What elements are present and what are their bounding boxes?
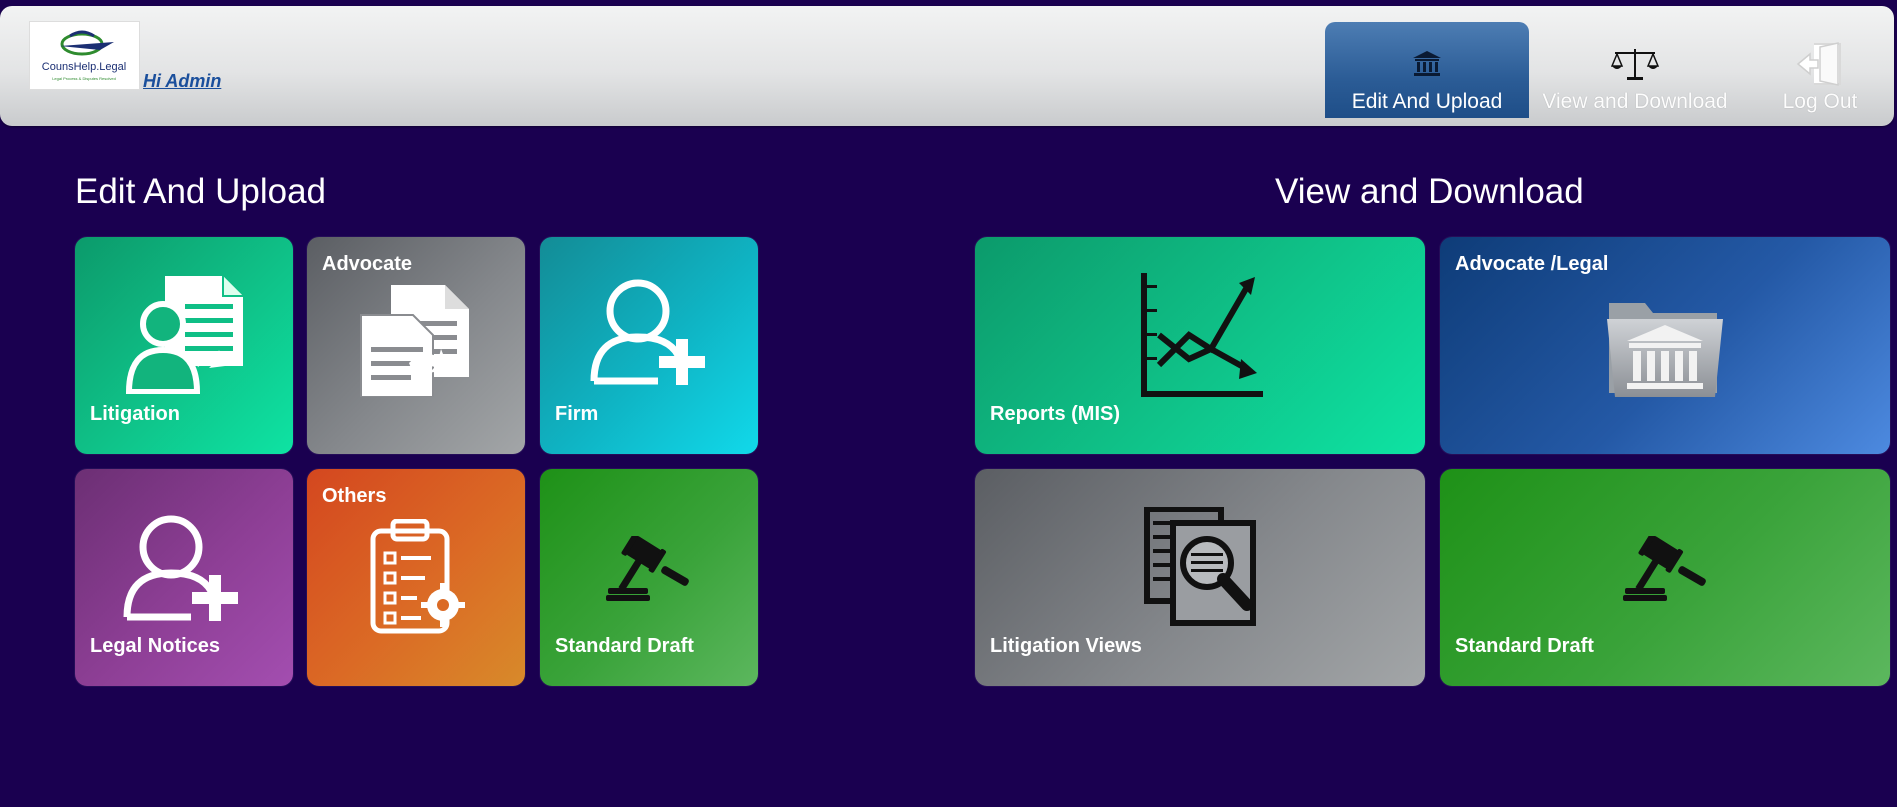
tile-standard-draft-edit[interactable]: Standard Draft	[540, 469, 758, 686]
tile-firm[interactable]: Firm	[540, 237, 758, 454]
tile-standard-draft-edit-label: Standard Draft	[555, 635, 694, 657]
top-border	[0, 0, 1897, 5]
top-navbar: CounsHelp.Legal Legal Process & Disputes…	[0, 6, 1894, 126]
gavel-icon	[1623, 532, 1707, 607]
bank-icon	[1412, 40, 1442, 88]
tile-standard-draft-view[interactable]: Standard Draft	[1440, 469, 1890, 686]
tile-litigation-views[interactable]: Litigation Views	[975, 469, 1425, 686]
svg-text:Legal Process & Disputes Resol: Legal Process & Disputes Resolved	[52, 76, 116, 81]
tile-others[interactable]: Others	[307, 469, 525, 686]
tile-advocate-legal[interactable]: Advocate /Legal	[1440, 237, 1890, 454]
tile-legal-notices-label: Legal Notices	[90, 635, 221, 657]
view-section-title: View and Download	[1275, 172, 1584, 211]
tile-reports-mis-label: Reports (MIS)	[990, 403, 1120, 425]
nav-edit-and-upload[interactable]: Edit And Upload	[1325, 22, 1529, 118]
nav-view-label: View and Download	[1542, 90, 1728, 113]
tile-advocate[interactable]: Advocate	[307, 237, 525, 454]
tile-litigation-views-label: Litigation Views	[990, 635, 1142, 657]
documents-icon	[359, 285, 471, 402]
tile-others-label: Others	[322, 485, 387, 507]
user-document-icon	[125, 274, 245, 399]
nav-view-and-download[interactable]: View and Download	[1540, 22, 1730, 118]
tile-litigation[interactable]: Litigation	[75, 237, 293, 454]
court-folder-icon	[1605, 297, 1725, 412]
logout-icon	[1796, 40, 1844, 88]
add-user-icon	[588, 277, 708, 392]
document-search-icon	[1143, 506, 1259, 632]
company-logo[interactable]: CounsHelp.Legal Legal Process & Disputes…	[29, 21, 140, 90]
tile-advocate-label: Advocate	[322, 253, 413, 275]
tile-litigation-label: Litigation	[90, 403, 180, 425]
greeting-link[interactable]: Hi Admin	[143, 71, 221, 92]
svg-text:CounsHelp.Legal: CounsHelp.Legal	[42, 61, 126, 73]
tile-firm-label: Firm	[555, 403, 599, 425]
tile-advocate-legal-label: Advocate /Legal	[1455, 253, 1609, 275]
tile-standard-draft-view-label: Standard Draft	[1455, 635, 1594, 657]
gavel-icon	[606, 532, 690, 607]
nav-edit-label: Edit And Upload	[1351, 90, 1503, 113]
scales-icon	[1611, 40, 1659, 88]
add-user-icon	[121, 513, 241, 628]
line-chart-icon	[1137, 273, 1263, 402]
edit-section-title: Edit And Upload	[75, 172, 327, 211]
tile-reports-mis[interactable]: Reports (MIS)	[975, 237, 1425, 454]
nav-logout-label: Log Out	[1782, 90, 1858, 113]
tile-legal-notices[interactable]: Legal Notices	[75, 469, 293, 686]
nav-log-out[interactable]: Log Out	[1770, 22, 1870, 118]
clipboard-settings-icon	[367, 518, 467, 644]
